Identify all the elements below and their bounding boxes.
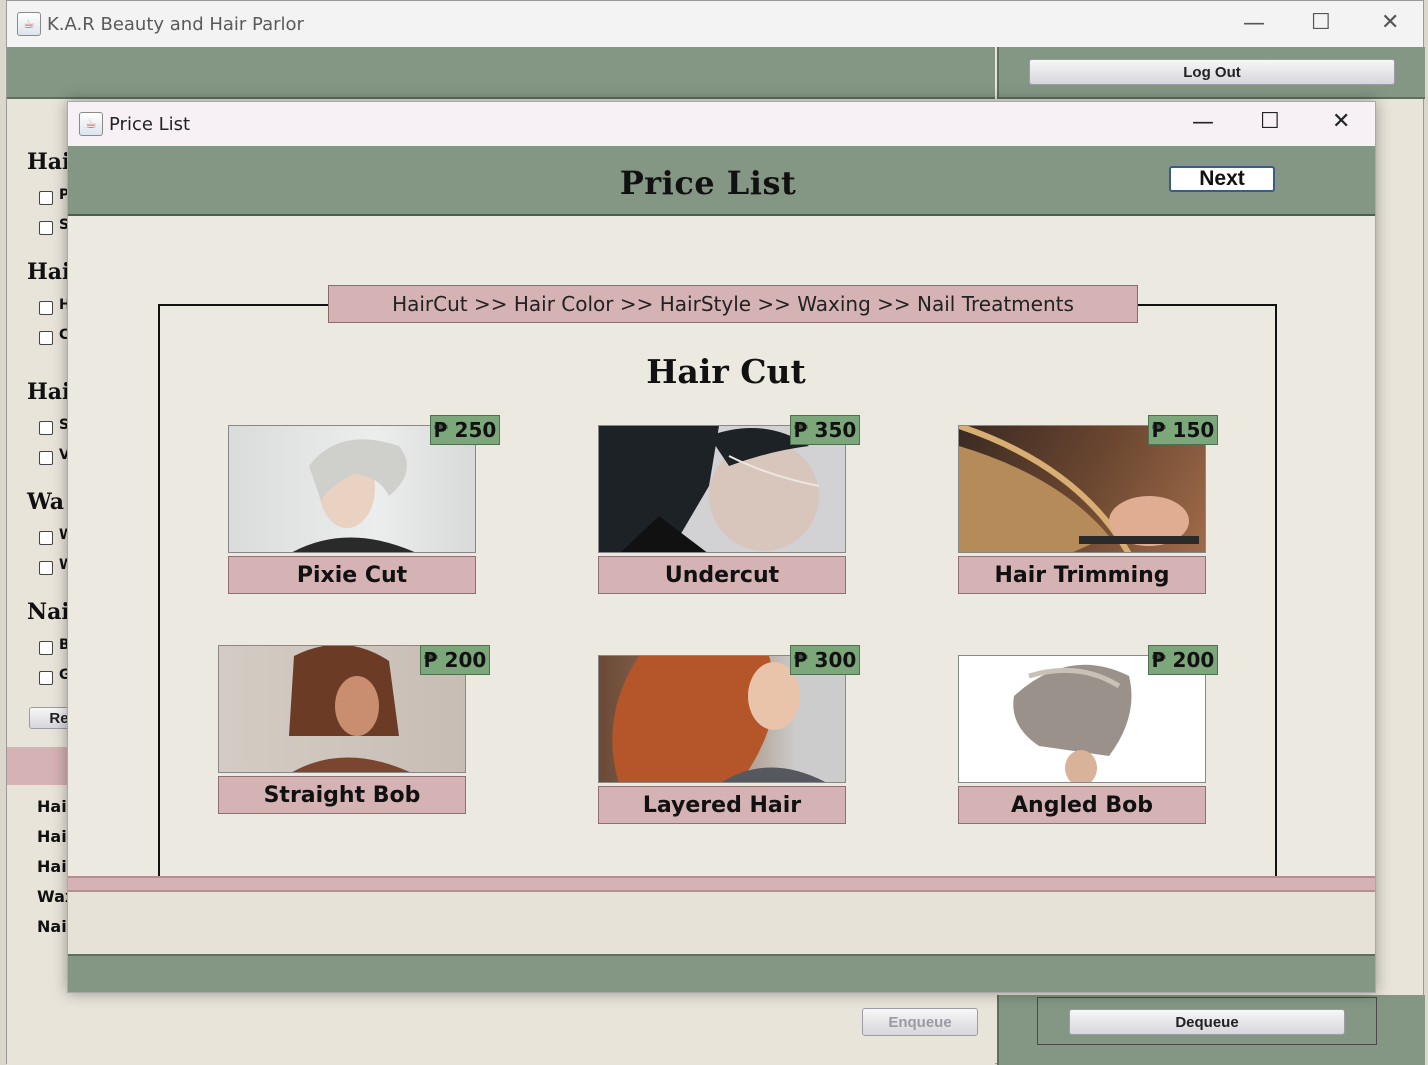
enqueue-button[interactable]: Enqueue xyxy=(862,1008,978,1036)
minimize-icon[interactable]: — xyxy=(1192,112,1214,134)
pixie-cut-price: ₱ 250 xyxy=(430,415,500,445)
angled-bob-price: ₱ 200 xyxy=(1148,645,1218,675)
service-checkbox[interactable] xyxy=(39,641,53,655)
layered-hair-label: Layered Hair xyxy=(598,786,846,824)
price-list-dialog: ☕ Price List — ☐ ✕ Price List Next HairC… xyxy=(67,101,1376,993)
side-heading: Wa xyxy=(27,489,65,515)
service-checkbox[interactable] xyxy=(39,331,53,345)
dialog-window-title: Price List xyxy=(109,113,191,135)
breadcrumb: HairCut >> Hair Color >> HairStyle >> Wa… xyxy=(328,285,1138,323)
next-button[interactable]: Next xyxy=(1169,166,1275,192)
straight-bob-price: ₱ 200 xyxy=(420,645,490,675)
main-titlebar: ☕ K.A.R Beauty and Hair Parlor — ☐ ✕ xyxy=(7,1,1423,47)
divider-strip xyxy=(68,876,1375,892)
service-checkbox[interactable] xyxy=(39,451,53,465)
hair-trimming-price: ₱ 150 xyxy=(1148,415,1218,445)
dequeue-button[interactable]: Dequeue xyxy=(1069,1009,1345,1035)
java-app-icon: ☕ xyxy=(17,12,41,36)
maximize-icon[interactable]: ☐ xyxy=(1260,111,1280,133)
undercut-label: Undercut xyxy=(598,556,846,594)
service-checkbox[interactable] xyxy=(39,421,53,435)
dialog-footer xyxy=(68,954,1375,992)
pixie-cut-label: Pixie Cut xyxy=(228,556,476,594)
service-checkbox[interactable] xyxy=(39,191,53,205)
main-header-left xyxy=(7,47,995,99)
service-checkbox[interactable] xyxy=(39,301,53,315)
close-icon[interactable]: ✕ xyxy=(1381,12,1399,34)
close-icon[interactable]: ✕ xyxy=(1332,111,1350,133)
service-checkbox[interactable] xyxy=(39,221,53,235)
page-title: Price List xyxy=(619,164,797,202)
dialog-titlebar: ☕ Price List — ☐ ✕ xyxy=(68,102,1375,146)
service-checkbox[interactable] xyxy=(39,531,53,545)
angled-bob-label: Angled Bob xyxy=(958,786,1206,824)
section-title: Hair Cut xyxy=(646,352,806,391)
undercut-price: ₱ 350 xyxy=(790,415,860,445)
straight-bob-label: Straight Bob xyxy=(218,776,466,814)
maximize-icon[interactable]: ☐ xyxy=(1311,12,1331,34)
layered-hair-price: ₱ 300 xyxy=(790,645,860,675)
java-app-icon: ☕ xyxy=(79,112,103,136)
minimize-icon[interactable]: — xyxy=(1243,13,1265,35)
service-checkbox[interactable] xyxy=(39,671,53,685)
service-checkbox[interactable] xyxy=(39,561,53,575)
bottom-left-area xyxy=(7,995,995,1065)
main-window-title: K.A.R Beauty and Hair Parlor xyxy=(47,13,304,35)
logout-button[interactable]: Log Out xyxy=(1029,59,1395,85)
dialog-lower-area xyxy=(68,892,1375,954)
hair-trimming-label: Hair Trimming xyxy=(958,556,1206,594)
